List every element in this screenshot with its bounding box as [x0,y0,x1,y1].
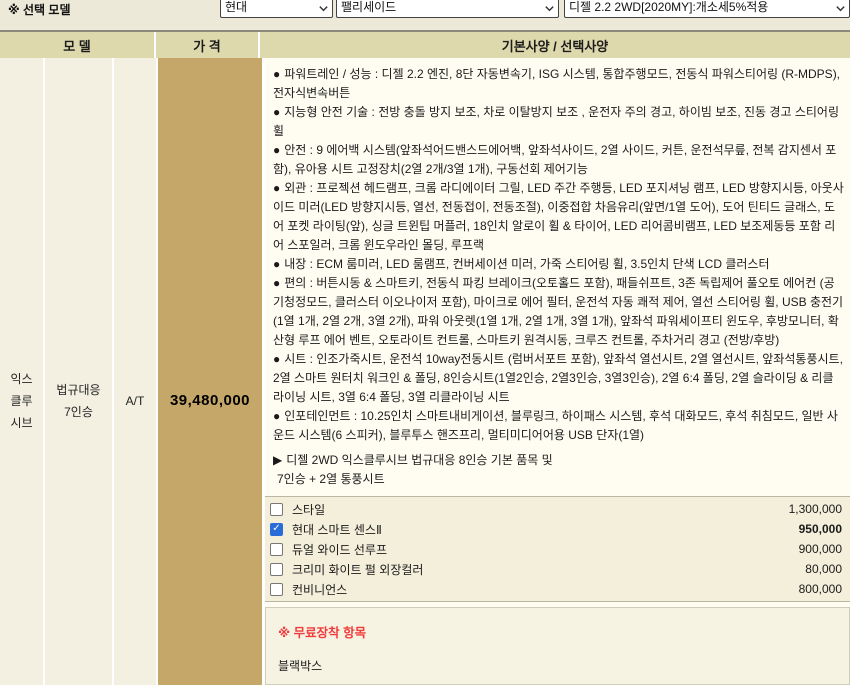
check-icon: ✓ [272,524,280,534]
model-price: 39,480,000 [170,392,250,409]
option-label: 듀얼 와이드 선루프 [292,541,799,558]
option-row[interactable]: ✓ 컨비니언스 800,000 [265,579,850,599]
model-select-bar: ※ 선택 모델 현대 팰리세이드 디젤 2.2 2WD[2020MY]:개소세5… [0,0,850,30]
spec-text: 내장 : ECM 룸미러, LED 룸램프, 컨버세이션 미러, 가죽 스티어링… [284,257,769,271]
spec-paragraph: ●시트 : 인조가죽시트, 운전석 10way전동시트 (럼버서포트 포함), … [273,350,844,407]
trim-name: 익스클루시브 [10,368,32,434]
price-cell: 39,480,000 [158,58,262,685]
variant-cell: 법규대응7인승 [45,58,112,685]
spec-paragraph: ●파워트레인 / 성능 : 디젤 2.2 엔진, 8단 자동변속기, ISG 시… [273,65,844,103]
spec-text: 안전 : 9 에어백 시스템(앞좌석어드밴스드에어백, 앞좌석사이드, 2열 사… [273,143,836,176]
option-row[interactable]: ✓ 스타일 1,300,000 [265,499,850,519]
table-body-row: 익스클루시브 법규대응7인승 A/T 39,480,000 ●파워트레인 / 성… [0,58,850,685]
specs-options-cell: ●파워트레인 / 성능 : 디젤 2.2 엔진, 8단 자동변속기, ISG 시… [265,58,850,685]
variant-name: 법규대응7인승 [56,379,100,423]
option-checkbox[interactable]: ✓ [270,523,283,536]
spec-text: 지능형 안전 기술 : 전방 충돌 방지 보조, 차로 이탈방지 보조 , 운전… [273,105,839,138]
brand-select-wrap: 현대 [220,0,333,18]
trim-name-cell: 익스클루시브 [0,58,43,685]
spec-text: 파워트레인 / 성능 : 디젤 2.2 엔진, 8단 자동변속기, ISG 시스… [273,67,840,100]
option-price: 950,000 [799,522,842,536]
free-item-label: 블랙박스 [278,657,839,674]
model-select[interactable]: 팰리세이드 [336,0,559,18]
bullet-icon: ● [273,181,280,195]
header-model: 모 델 [0,32,156,58]
option-checkbox[interactable]: ✓ [270,583,283,596]
options-list: ✓ 스타일 1,300,000 ✓ 현대 스마트 센스Ⅱ 950,000 ✓ 듀… [265,496,850,602]
option-label: 크리미 화이트 펄 외장컬러 [292,561,805,578]
transmission-cell: A/T [114,58,156,685]
option-price: 1,300,000 [789,502,842,516]
base-specs-list: ●파워트레인 / 성능 : 디젤 2.2 엔진, 8단 자동변속기, ISG 시… [265,58,850,496]
option-price: 80,000 [805,562,842,576]
option-label: 스타일 [292,501,789,518]
option-price: 900,000 [799,542,842,556]
spec-paragraph: ▶ 디젤 2WD 익스클루시브 법규대응 8인승 기본 품목 및 [273,451,844,470]
spec-paragraph: ●외관 : 프로젝션 헤드램프, 크롬 라디에이터 그릴, LED 주간 주행등… [273,179,844,255]
spec-text: 외관 : 프로젝션 헤드램프, 크롬 라디에이터 그릴, LED 주간 주행등,… [273,181,844,252]
bullet-icon: ● [273,105,280,119]
car-configurator-page: ※ 선택 모델 현대 팰리세이드 디젤 2.2 2WD[2020MY]:개소세5… [0,0,850,685]
transmission-label: A/T [126,394,145,408]
option-label: 컨비니언스 [292,581,799,598]
table-header-row: 모 델 가 격 기본사양 / 선택사양 [0,30,850,58]
model-select-wrap: 팰리세이드 [336,0,559,18]
bullet-icon: ● [273,276,280,290]
option-row[interactable]: ✓ 듀얼 와이드 선루프 900,000 [265,539,850,559]
option-row[interactable]: ✓ 크리미 화이트 펄 외장컬러 80,000 [265,559,850,579]
free-items-box: ※ 무료장착 항목 블랙박스 [265,607,850,685]
select-model-label: ※ 선택 모델 [8,1,71,18]
option-price: 800,000 [799,582,842,596]
bullet-icon: ● [273,257,280,271]
bullet-icon: ● [273,67,280,81]
bullet-icon: ● [273,143,280,157]
header-specs: 기본사양 / 선택사양 [260,32,850,58]
option-checkbox[interactable]: ✓ [270,543,283,556]
header-price: 가 격 [156,32,260,58]
spec-text: 편의 : 버튼시동 & 스마트키, 전동식 파킹 브레이크(오토홀드 포함), … [273,276,843,347]
option-label: 현대 스마트 센스Ⅱ [292,521,799,538]
trim-select[interactable]: 디젤 2.2 2WD[2020MY]:개소세5%적용 [564,0,850,18]
bullet-icon: ● [273,409,280,423]
spec-text: 디젤 2WD 익스클루시브 법규대응 8인승 기본 품목 및 [286,453,552,467]
spec-paragraph: ●지능형 안전 기술 : 전방 충돌 방지 보조, 차로 이탈방지 보조 , 운… [273,103,844,141]
free-items-title: ※ 무료장착 항목 [278,622,839,641]
spec-text: 7인승 + 2열 통풍시트 [277,472,385,486]
spec-text: 시트 : 인조가죽시트, 운전석 10way전동시트 (럼버서포트 포함), 앞… [273,352,843,404]
spec-paragraph: 7인승 + 2열 통풍시트 [273,470,844,489]
option-checkbox[interactable]: ✓ [270,503,283,516]
spec-paragraph: ● 내장 : ECM 룸미러, LED 룸램프, 컨버세이션 미러, 가죽 스티어… [273,255,844,274]
spec-paragraph: ●안전 : 9 에어백 시스템(앞좌석어드밴스드에어백, 앞좌석사이드, 2열 … [273,141,844,179]
trim-select-wrap: 디젤 2.2 2WD[2020MY]:개소세5%적용 [564,0,850,18]
bullet-icon: ● [273,352,280,366]
option-checkbox[interactable]: ✓ [270,563,283,576]
bullet-icon: ▶ [273,453,282,467]
option-row[interactable]: ✓ 현대 스마트 센스Ⅱ 950,000 [265,519,850,539]
spec-text: 인포테인먼트 : 10.25인치 스마트내비게이션, 블루링크, 하이패스 시스… [273,409,838,442]
spec-paragraph: ●인포테인먼트 : 10.25인치 스마트내비게이션, 블루링크, 하이패스 시… [273,407,844,445]
brand-select[interactable]: 현대 [220,0,333,18]
spec-paragraph: ●편의 : 버튼시동 & 스마트키, 전동식 파킹 브레이크(오토홀드 포함),… [273,274,844,350]
